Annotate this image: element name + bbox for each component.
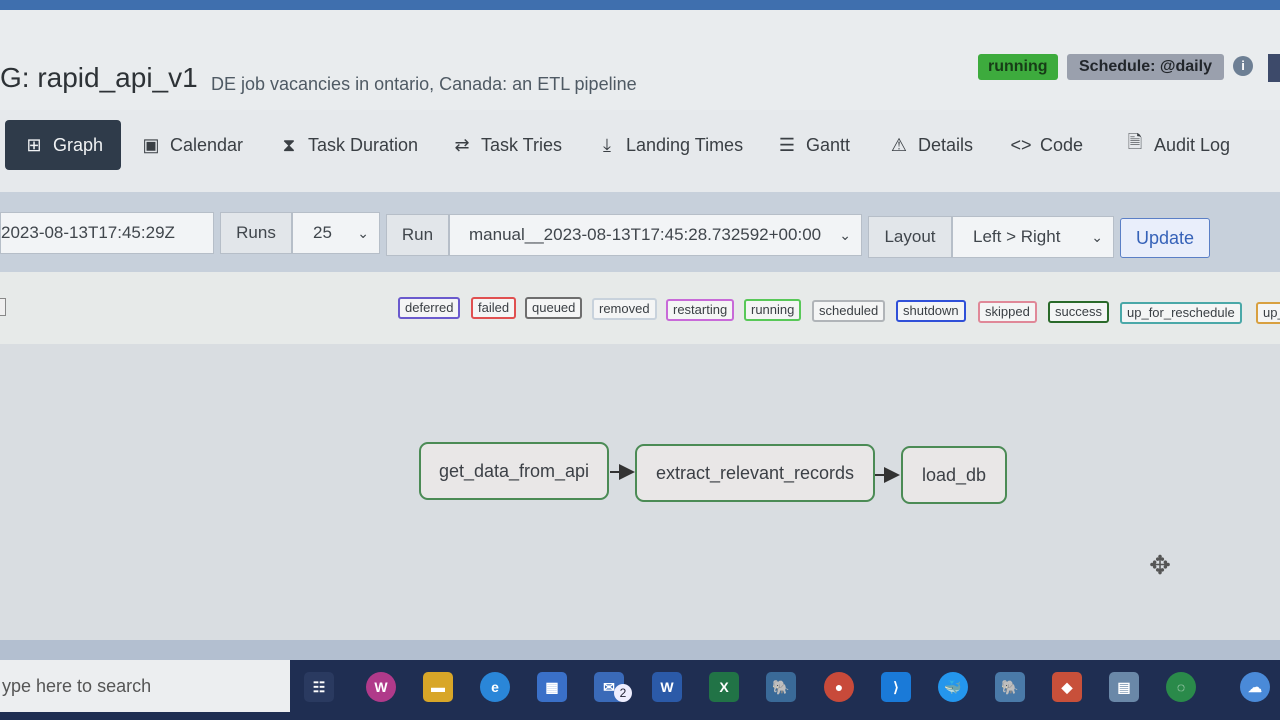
dag-description: DE job vacancies in ontario, Canada: an …: [211, 74, 637, 94]
layout-select[interactable]: Left > Right ⌄: [952, 216, 1114, 258]
tab-gantt[interactable]: ☰ Gantt: [776, 120, 850, 170]
cloud-icon[interactable]: ☁: [1240, 672, 1270, 702]
chrome-icon[interactable]: ●: [824, 672, 854, 702]
chevron-down-icon: ⌄: [839, 227, 851, 243]
schedule-badge: Schedule: @daily: [1067, 54, 1224, 80]
tab-landing-times[interactable]: ⤓ Landing Times: [596, 120, 743, 170]
task-view-icon[interactable]: ☷: [304, 672, 334, 702]
tab-label: Audit Log: [1154, 134, 1231, 155]
legend-up-for-reschedule[interactable]: up_for_reschedule: [1120, 302, 1242, 324]
state-legend: deferred failed queued removed restartin…: [0, 272, 1280, 344]
graph-icon: ⊞: [26, 134, 42, 155]
page-bottom-strip: [0, 640, 1280, 660]
layout-select-value: Left > Right: [973, 227, 1061, 246]
tab-label: Details: [918, 134, 974, 155]
runs-select[interactable]: 25 ⌄: [292, 212, 380, 254]
run-label: Run: [386, 214, 449, 256]
dag-title: G: rapid_api_v1: [0, 62, 198, 93]
chevron-down-icon: ⌄: [357, 225, 369, 241]
tab-task-duration[interactable]: ⧗ Task Duration: [278, 120, 418, 170]
header-edge-button[interactable]: [1268, 54, 1280, 82]
legend-running[interactable]: running: [744, 299, 802, 321]
tab-details[interactable]: ⚠ Details: [888, 120, 973, 170]
task-node-extract-relevant-records[interactable]: extract_relevant_records: [635, 444, 875, 502]
legend-shutdown[interactable]: shutdown: [896, 300, 966, 322]
audit-log-icon: 🗎: [1127, 132, 1143, 152]
legend-collapse-handle[interactable]: [0, 298, 6, 316]
move-cursor-icon: ✥: [1149, 550, 1171, 580]
tab-audit-log[interactable]: 🗎 Audit Log: [1124, 120, 1230, 170]
tab-task-tries[interactable]: ⇄ Task Tries: [451, 120, 562, 170]
legend-skipped[interactable]: skipped: [978, 301, 1037, 323]
dag-state-badge: running: [978, 54, 1058, 80]
loading-ring-icon[interactable]: ◌: [1166, 672, 1196, 702]
tab-graph[interactable]: ⊞ Graph: [5, 120, 122, 170]
hourglass-icon: ⧗: [282, 134, 296, 155]
dag-graph-canvas[interactable]: get_data_from_api extract_relevant_recor…: [0, 344, 1280, 640]
calendar-icon: ▣: [142, 134, 160, 155]
windows-taskbar: ype here to search ☷ W ▬ e ▦ ✉ 2 W X 🐘 ●…: [0, 660, 1280, 720]
info-icon[interactable]: i: [1233, 56, 1253, 76]
retry-icon: ⇄: [454, 134, 470, 155]
legend-failed[interactable]: failed: [471, 297, 517, 319]
code-icon: <>: [1010, 134, 1032, 155]
wps-icon[interactable]: W: [366, 672, 396, 702]
run-select-value: manual__2023-08-13T17:45:28.732592+00:00: [469, 225, 822, 244]
task-node-load-db[interactable]: load_db: [901, 446, 1007, 504]
layout-label: Layout: [868, 216, 952, 258]
tab-label: Code: [1040, 134, 1084, 155]
gantt-icon: ☰: [778, 134, 796, 155]
edge-browser-icon[interactable]: e: [480, 672, 510, 702]
tab-label: Calendar: [170, 134, 244, 155]
dag-header: G: rapid_api_v1 DE job vacancies in onta…: [0, 10, 1280, 110]
tab-code[interactable]: <> Code: [1010, 120, 1083, 170]
runs-select-value: 25: [313, 223, 332, 242]
top-color-strip: [0, 0, 1280, 10]
tab-label: Landing Times: [626, 134, 744, 155]
mail-count-badge: 2: [614, 684, 632, 702]
postgres-icon[interactable]: 🐘: [766, 672, 796, 702]
taskbar-search-input[interactable]: ype here to search: [0, 660, 290, 712]
view-tabs: ⊞ Graph ▣ Calendar ⧗ Task Duration ⇄ Tas…: [0, 110, 1280, 192]
legend-up-for-retry[interactable]: up_: [1256, 302, 1280, 324]
legend-success[interactable]: success: [1048, 301, 1109, 323]
update-button[interactable]: Update: [1120, 218, 1210, 258]
graph-controls: 2023-08-13T17:45:29Z Runs 25 ⌄ Run manua…: [0, 192, 1280, 272]
runs-label: Runs: [220, 212, 292, 254]
word-icon[interactable]: W: [652, 672, 682, 702]
run-select[interactable]: manual__2023-08-13T17:45:28.732592+00:00…: [449, 214, 862, 256]
excel-icon[interactable]: X: [709, 672, 739, 702]
docker-icon[interactable]: 🐳: [938, 672, 968, 702]
task-node-get-data-from-api[interactable]: get_data_from_api: [419, 442, 609, 500]
chevron-down-icon: ⌄: [1091, 229, 1103, 245]
tab-label: Task Duration: [308, 134, 419, 155]
file-explorer-icon[interactable]: ▬: [423, 672, 453, 702]
legend-removed[interactable]: removed: [592, 298, 657, 320]
pgadmin-icon[interactable]: 🐘: [995, 672, 1025, 702]
base-date-input[interactable]: 2023-08-13T17:45:29Z: [0, 212, 214, 254]
tab-label: Task Tries: [481, 134, 563, 155]
legend-deferred[interactable]: deferred: [398, 297, 461, 319]
legend-scheduled[interactable]: scheduled: [812, 300, 886, 322]
plane-landing-icon: ⤓: [603, 134, 611, 155]
store-icon[interactable]: ▦: [537, 672, 567, 702]
legend-restarting[interactable]: restarting: [666, 299, 735, 321]
tab-label: Graph: [53, 134, 104, 155]
tab-calendar[interactable]: ▣ Calendar: [140, 120, 243, 170]
warning-icon: ⚠: [890, 134, 908, 155]
legend-queued[interactable]: queued: [525, 297, 583, 319]
tab-label: Gantt: [806, 134, 851, 155]
notepad-icon[interactable]: ▤: [1109, 672, 1139, 702]
git-icon[interactable]: ◆: [1052, 672, 1082, 702]
vscode-icon[interactable]: ⟩: [881, 672, 911, 702]
